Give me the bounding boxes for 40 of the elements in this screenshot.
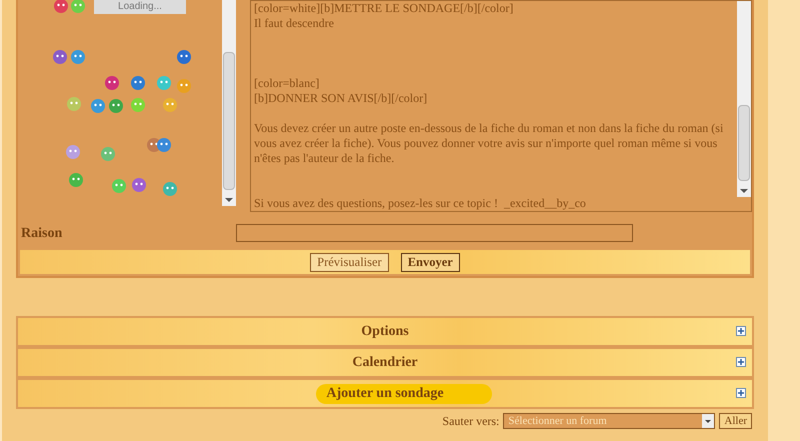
smiley-icon[interactable] xyxy=(66,96,82,112)
jump-label: Sauter vers: xyxy=(442,413,500,430)
smiley-icon[interactable] xyxy=(156,75,172,91)
section-header[interactable]: Calendrier xyxy=(18,349,752,376)
section-title: Calendrier xyxy=(352,354,418,372)
smiley-icon[interactable] xyxy=(130,97,146,113)
smiley-icon[interactable] xyxy=(104,75,120,91)
plus-icon[interactable] xyxy=(736,388,746,398)
plus-icon[interactable] xyxy=(736,326,746,336)
message-textarea[interactable]: [color=white][b]METTRE LE SONDAGE[/b][/color] Il faut descendre [color=blanc] [b]DONNER SON AVIS[/b][/color] Vous devez créer un autre poste en-dessous de la fiche du roman et non dans la fiche du roman (si vous avez créer la fiche). Vous pouvez donner votre avis sur n'importe quel roman même si vous n'êtes pas l'auteur de la fiche. Si vous avez des questions, posez-les sur ce topic ! _excited__by_co xyxy=(251,1,737,211)
go-button[interactable]: Aller xyxy=(719,413,752,429)
smiley-icon[interactable] xyxy=(53,0,69,14)
smiley-icon[interactable] xyxy=(68,172,84,188)
smiley-icon[interactable] xyxy=(176,49,192,65)
smiley-icon[interactable] xyxy=(65,144,81,160)
section-title: Options xyxy=(361,323,409,341)
loading-indicator: Loading... xyxy=(94,0,186,14)
smiley-icon[interactable] xyxy=(131,177,147,193)
smiley-icon[interactable] xyxy=(70,0,86,14)
send-button[interactable]: Envoyer xyxy=(400,252,460,272)
section-title: Ajouter un sondage xyxy=(326,385,444,403)
smiley-icon[interactable] xyxy=(162,97,178,113)
scrollbar[interactable] xyxy=(222,0,236,206)
reason-label: Raison xyxy=(20,224,64,242)
smiley-icon[interactable] xyxy=(52,49,68,65)
smiley-icon[interactable] xyxy=(108,98,124,114)
scrollbar[interactable] xyxy=(737,1,751,197)
smiley-icon[interactable] xyxy=(162,181,178,197)
section-header[interactable]: Options xyxy=(18,318,752,345)
reason-field[interactable] xyxy=(236,224,633,242)
section-header[interactable]: Ajouter un sondage xyxy=(18,380,752,407)
plus-icon[interactable] xyxy=(736,357,746,367)
smiley-icon[interactable] xyxy=(156,137,172,153)
smiley-icon[interactable] xyxy=(90,98,106,114)
smiley-icon[interactable] xyxy=(130,75,146,91)
smiley-icon[interactable] xyxy=(70,49,86,65)
smiley-icon[interactable] xyxy=(100,146,116,162)
smiley-icon[interactable] xyxy=(176,78,192,94)
preview-button[interactable]: Prévisualiser xyxy=(310,252,389,272)
smiley-icon[interactable] xyxy=(111,178,127,194)
